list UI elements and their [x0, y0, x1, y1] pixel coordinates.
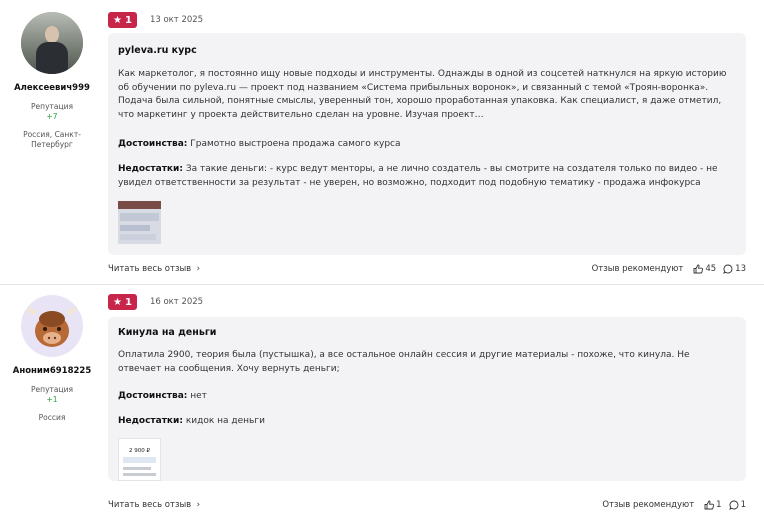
review-pros: Достоинства: нет: [118, 390, 730, 404]
comments-count: 13: [735, 264, 746, 274]
recommend-label: Отзыв рекомендуют: [602, 500, 695, 510]
rating-badge: ★ 1: [108, 294, 137, 310]
recommend-label: Отзыв рекомендуют: [591, 264, 684, 274]
review-header: ★ 1 13 окт 2025: [108, 12, 203, 28]
comment-icon: [723, 264, 733, 274]
review-card: Аноним6918225 Репутация +1 Россия ★ 1 16…: [0, 285, 764, 529]
cons-text: За такие деньги: - курс ведут менторы, а…: [118, 164, 718, 188]
likes-count: 45: [705, 264, 717, 274]
review-author: Алексеевич999 Репутация +7 Россия, Санкт…: [0, 0, 104, 150]
review-stats: Отзыв рекомендуют 45 13: [592, 264, 746, 274]
review-footer: Читать весь отзыв › Отзыв рекомендуют 45…: [108, 262, 746, 276]
pros-label: Достоинства:: [118, 391, 188, 401]
review-body: pyleva.ru курс Как маркетолог, я постоян…: [108, 33, 746, 255]
review-cons: Недостатки: За такие деньги: - курс веду…: [118, 163, 730, 190]
thumbs-up-icon: [704, 500, 715, 510]
reputation-value: +7: [46, 112, 58, 121]
pros-text: нет: [190, 391, 207, 401]
review-date: 16 окт 2025: [149, 297, 204, 307]
attachment-thumbnail[interactable]: 2 900 ₽: [118, 438, 161, 481]
rating-badge: ★ 1: [108, 12, 137, 28]
reputation-value: +1: [46, 395, 58, 404]
review-footer: Читать весь отзыв › Отзыв рекомендуют 1 …: [108, 498, 746, 512]
chevron-right-icon: ›: [193, 264, 201, 274]
read-more-label: Читать весь отзыв: [108, 264, 192, 274]
comment-icon: [728, 500, 738, 510]
comments-button[interactable]: 13: [723, 264, 746, 274]
review-body: Кинула на деньги Оплатила 2900, теория б…: [108, 317, 746, 481]
cons-label: Недостатки:: [118, 164, 183, 174]
thumbs-up-icon: [693, 264, 704, 274]
cons-text: кидок на деньги: [185, 416, 265, 426]
avatar[interactable]: [21, 295, 83, 357]
cons-label: Недостатки:: [118, 416, 183, 426]
rating-value: 1: [124, 296, 132, 308]
comments-button[interactable]: 1: [728, 500, 746, 510]
likes-count: 1: [716, 500, 722, 510]
review-title[interactable]: Кинула на деньги: [118, 327, 216, 338]
review-author: Аноним6918225 Репутация +1 Россия: [0, 285, 104, 423]
review-cons: Недостатки: кидок на деньги: [118, 415, 730, 429]
star-icon: ★: [113, 14, 122, 26]
review-header: ★ 1 16 окт 2025: [108, 294, 203, 310]
review-date: 13 окт 2025: [149, 15, 204, 25]
pros-text: Грамотно выстроена продажа самого курса: [190, 139, 401, 149]
review-pros: Достоинства: Грамотно выстроена продажа …: [118, 138, 730, 152]
review-stats: Отзыв рекомендуют 1 1: [602, 500, 746, 510]
author-name[interactable]: Аноним6918225: [0, 366, 104, 376]
avatar[interactable]: [21, 12, 83, 74]
chevron-right-icon: ›: [193, 500, 201, 510]
comments-count: 1: [740, 500, 746, 510]
read-full-review-link[interactable]: Читать весь отзыв ›: [108, 264, 200, 274]
review-title[interactable]: pyleva.ru курс: [118, 45, 197, 56]
star-icon: ★: [113, 296, 122, 308]
read-more-label: Читать весь отзыв: [108, 500, 192, 510]
rating-value: 1: [124, 14, 132, 26]
pros-label: Достоинства:: [118, 139, 188, 149]
yak-avatar-icon: [27, 304, 77, 347]
like-button[interactable]: 1: [704, 500, 722, 510]
reputation-label: Репутация: [31, 385, 73, 394]
author-location: Россия: [38, 413, 66, 422]
author-location: Россия, Санкт-Петербург: [23, 130, 81, 149]
like-button[interactable]: 45: [693, 264, 716, 274]
review-text: Оплатила 2900, теория была (пустышка), а…: [118, 350, 690, 374]
review-text: Как маркетолог, я постоянно ищу новые по…: [118, 69, 727, 120]
author-name[interactable]: Алексеевич999: [0, 83, 104, 93]
attachment-thumbnail[interactable]: [118, 201, 161, 244]
read-full-review-link[interactable]: Читать весь отзыв ›: [108, 500, 200, 510]
reputation-label: Репутация: [31, 102, 73, 111]
thumbnail-price: 2 900 ₽: [129, 448, 150, 454]
review-card: Алексеевич999 Репутация +7 Россия, Санкт…: [0, 0, 764, 285]
